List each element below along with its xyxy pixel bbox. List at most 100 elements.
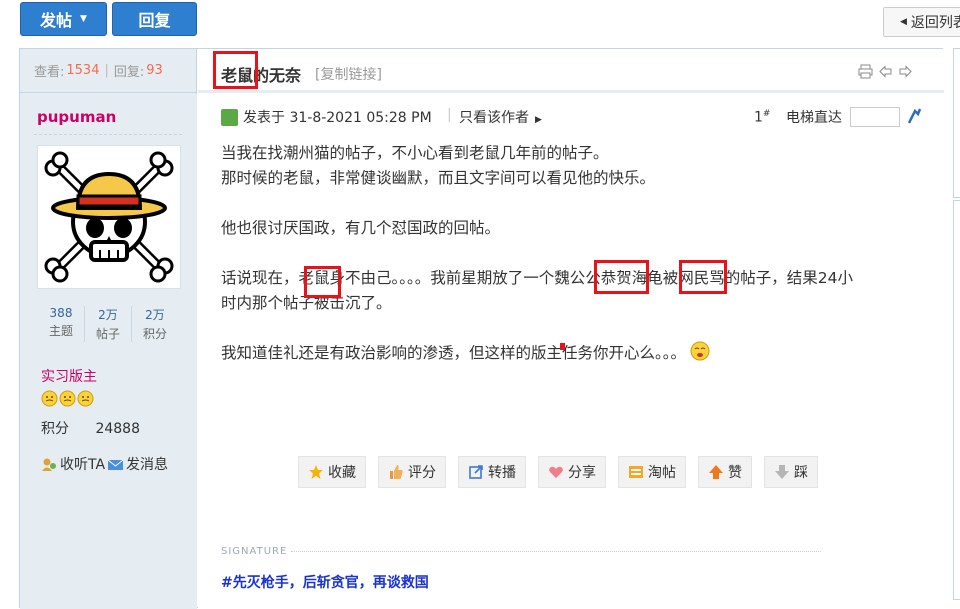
action-label: 评分 — [408, 465, 436, 481]
downvote-button[interactable]: 踩 — [764, 456, 818, 488]
signature-divider — [291, 551, 821, 552]
rank-stars — [41, 390, 94, 407]
thread-tools — [858, 64, 913, 79]
stat-label: 帖子 — [95, 327, 120, 341]
share-button[interactable]: 分享 — [538, 456, 606, 488]
online-status-icon — [221, 109, 238, 126]
floor-number: 1# — [754, 109, 770, 126]
replies-count: 93 — [146, 63, 163, 78]
back-to-list-label: 返回列表 — [910, 15, 960, 31]
repost-button[interactable]: 转播 — [458, 456, 526, 488]
stat-posts[interactable]: 2万 帖子 — [85, 306, 132, 342]
only-author-link[interactable]: 只看该作者 ▶ — [459, 107, 542, 127]
stat-value: 2万 — [98, 308, 118, 322]
credits-value: 24888 — [95, 421, 140, 437]
action-label: 踩 — [794, 465, 808, 481]
copy-link[interactable]: [复制链接] — [315, 64, 382, 84]
favorite-button[interactable]: 收藏 — [298, 456, 366, 488]
post-body: 当我在找潮州猫的帖子，不小心看到老鼠几年前的帖子。 那时候的老鼠，非常健谈幽默，… — [221, 141, 921, 366]
envelope-icon — [107, 459, 124, 470]
action-label: 转播 — [488, 465, 516, 481]
floor-jump-input[interactable] — [850, 107, 900, 127]
stat-label: 积分 — [142, 327, 167, 341]
print-icon[interactable] — [858, 64, 873, 79]
action-label: 分享 — [568, 465, 596, 481]
author-info: pupuman 388 主题 2万 帖子 2万 积分 实习版主 积分 24888… — [20, 94, 197, 609]
follow-link[interactable]: 收听TA — [60, 454, 105, 474]
prev-thread-icon[interactable] — [878, 64, 893, 79]
post-line: 我知道佳礼还是有政治影响的渗透，但这样的版主任务你开心么。。。 — [221, 344, 687, 362]
right-panel-edge-lower — [953, 200, 960, 600]
red-mark — [560, 343, 565, 350]
back-to-list-button[interactable]: ◀ 返回列表 — [883, 7, 960, 37]
smiley-icon — [41, 390, 58, 407]
thread-header: 老鼠的无奈 [复制链接] — [198, 49, 944, 93]
caret-left-icon: ◀ — [900, 17, 907, 27]
stat-value: 388 — [49, 306, 73, 320]
post-date: 发表于 31-8-2021 05:28 PM — [243, 110, 432, 126]
author-username[interactable]: pupuman — [37, 108, 116, 126]
follow-row: 收听TA 发消息 — [41, 454, 168, 474]
only-author-label: 只看该作者 — [459, 110, 529, 126]
jump-go-icon[interactable] — [906, 107, 922, 125]
upvote-button[interactable]: 赞 — [698, 456, 752, 488]
avatar[interactable] — [37, 145, 181, 289]
arrow-up-icon — [709, 465, 723, 479]
signature-label: SIGNATURE — [221, 546, 288, 557]
jump-label: 电梯直达 — [786, 110, 842, 126]
action-label: 收藏 — [328, 465, 356, 481]
floor-mark: # — [762, 109, 771, 119]
stat-value: 2万 — [145, 308, 165, 322]
author-stats: 388 主题 2万 帖子 2万 积分 — [38, 306, 178, 342]
post-line — [221, 191, 921, 216]
author-sidebar: 查看: 1534 | 回复: 93 pupuman 388 主题 2万 帖子 2… — [20, 49, 197, 609]
share-arrow-icon — [469, 465, 483, 479]
post-line-last: 我知道佳礼还是有政治影响的渗透，但这样的版主任务你开心么。。。 — [221, 341, 921, 366]
stat-label: 主题 — [48, 324, 73, 338]
right-panel-edge — [953, 48, 960, 198]
thread-stats: 查看: 1534 | 回复: 93 — [20, 49, 196, 93]
star-icon — [309, 465, 323, 479]
post-line — [221, 241, 921, 266]
chevron-down-icon: ▼ — [80, 14, 87, 24]
signature-text: #先灭枪手，后斩贪官，再谈救国 — [221, 575, 429, 591]
smiley-icon — [59, 390, 76, 407]
next-thread-icon[interactable] — [898, 64, 913, 79]
smiley-icon — [77, 390, 94, 407]
post-content: 老鼠的无奈 [复制链接] 发表于 31-8-2021 05:28 PM | 只看… — [198, 49, 944, 609]
highlight-box — [594, 260, 649, 294]
meta-divider: | — [447, 107, 452, 123]
collect-button[interactable]: 淘帖 — [618, 456, 686, 488]
heart-icon — [549, 466, 563, 478]
reply-label: 回复 — [138, 11, 171, 30]
views-label: 查看: — [34, 65, 65, 80]
reply-button[interactable]: 回复 — [112, 2, 197, 36]
views-count: 1534 — [66, 63, 100, 78]
credits-row: 积分 24888 — [41, 418, 140, 438]
divider — [34, 134, 182, 135]
stat-credits[interactable]: 2万 积分 — [132, 306, 178, 342]
new-post-button[interactable]: 发帖 ▼ — [20, 2, 107, 36]
replies-label: 回复: — [113, 65, 145, 80]
smiley-icon — [690, 341, 710, 361]
caret-right-icon: ▶ — [535, 115, 542, 125]
signature-heading: SIGNATURE — [221, 546, 821, 557]
stat-threads[interactable]: 388 主题 — [38, 306, 85, 342]
arrow-down-icon — [775, 465, 789, 479]
post-actions: 收藏 评分 转播 分享 淘帖 赞 踩 — [298, 456, 818, 488]
stats-divider: | — [104, 63, 109, 78]
highlight-box — [679, 260, 727, 294]
highlight-box — [304, 266, 341, 298]
post-container: 查看: 1534 | 回复: 93 pupuman 388 主题 2万 帖子 2… — [19, 48, 944, 609]
highlight-box — [213, 51, 258, 89]
credits-label: 积分 — [41, 421, 69, 437]
action-label: 淘帖 — [648, 465, 676, 481]
folder-icon — [629, 466, 643, 478]
message-link[interactable]: 发消息 — [126, 454, 168, 474]
post-meta: 发表于 31-8-2021 05:28 PM | 只看该作者 ▶ 1# 电梯直达 — [198, 105, 944, 129]
post-line: 他也很讨厌国政，有几个怼国政的回帖。 — [221, 219, 501, 237]
user-rank[interactable]: 实习版主 — [41, 366, 97, 386]
new-post-label: 发帖 — [40, 11, 73, 30]
rate-button[interactable]: 评分 — [378, 456, 446, 488]
action-label: 赞 — [728, 465, 742, 481]
